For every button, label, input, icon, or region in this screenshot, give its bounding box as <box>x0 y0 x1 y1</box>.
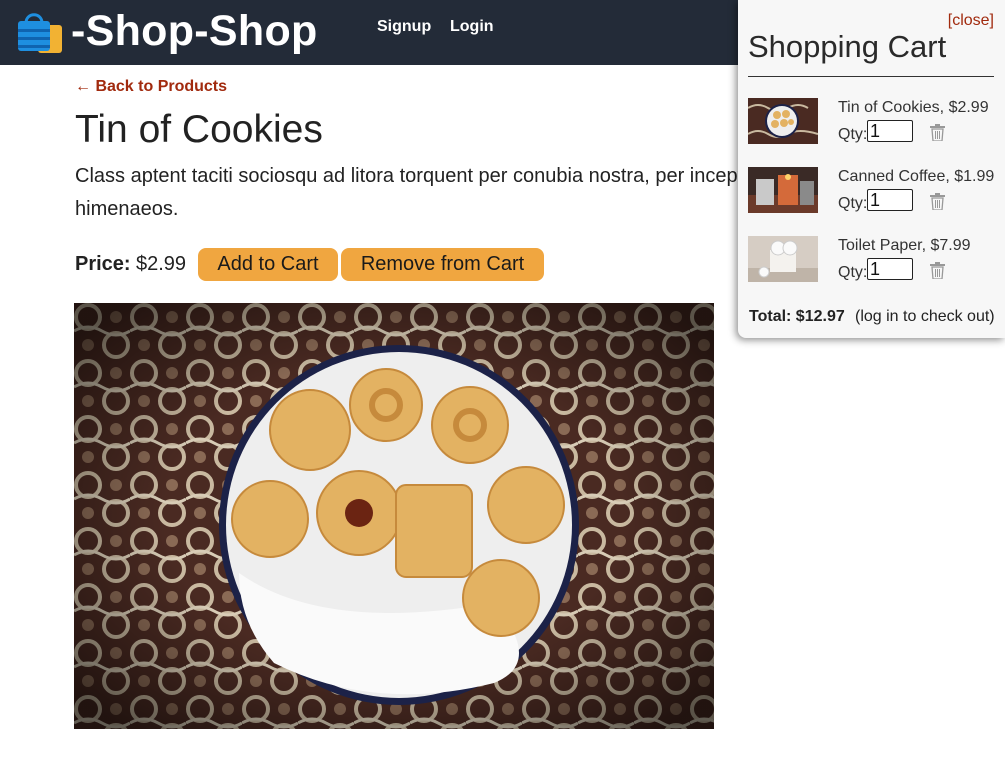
cart-item: Canned Coffee, $1.99 Qty: <box>748 167 998 215</box>
price-label: Price: <box>75 253 131 275</box>
qty-label: Qty: <box>838 264 868 281</box>
remove-from-cart-button[interactable]: Remove from Cart <box>341 248 544 281</box>
product-description: Class aptent taciti sociosqu ad litora t… <box>75 165 765 220</box>
trash-icon[interactable] <box>930 262 945 279</box>
cart-title: Shopping Cart <box>748 29 947 64</box>
brand-name[interactable]: -Shop-Shop <box>71 5 318 57</box>
cart-item: Tin of Cookies, $2.99 Qty: <box>748 98 998 146</box>
product-title: Tin of Cookies <box>75 108 323 151</box>
login-link[interactable]: Login <box>450 17 494 37</box>
signup-link[interactable]: Signup <box>377 17 431 37</box>
shopping-bag-icon[interactable] <box>16 9 64 55</box>
product-image <box>74 303 714 729</box>
cart-close-button[interactable]: [close] <box>948 12 994 30</box>
quantity-input[interactable] <box>867 258 913 280</box>
add-to-cart-button[interactable]: Add to Cart <box>198 248 338 281</box>
qty-label: Qty: <box>838 126 868 143</box>
qty-label: Qty: <box>838 195 868 212</box>
cookie-tin-thumbnail <box>748 98 818 144</box>
cart-item-name: Canned Coffee, $1.99 <box>838 168 995 185</box>
trash-icon[interactable] <box>930 193 945 210</box>
cart-item-name: Tin of Cookies, $2.99 <box>838 99 989 116</box>
cart-divider <box>748 76 994 77</box>
shopping-cart-panel: [close] Shopping Cart Tin of Cookies, $2… <box>738 0 1005 338</box>
toilet-paper-thumbnail <box>748 236 818 282</box>
canned-coffee-thumbnail <box>748 167 818 213</box>
quantity-input[interactable] <box>867 189 913 211</box>
quantity-input[interactable] <box>867 120 913 142</box>
cart-total: Total: $12.97 <box>749 308 845 325</box>
trash-icon[interactable] <box>930 124 945 141</box>
cart-item: Toilet Paper, $7.99 Qty: <box>748 236 998 284</box>
back-to-products-link[interactable]: ← Back to Products <box>75 77 227 97</box>
price-value: $2.99 <box>136 253 187 275</box>
cart-item-name: Toilet Paper, $7.99 <box>838 237 971 254</box>
checkout-note: (log in to check out) <box>855 308 995 325</box>
